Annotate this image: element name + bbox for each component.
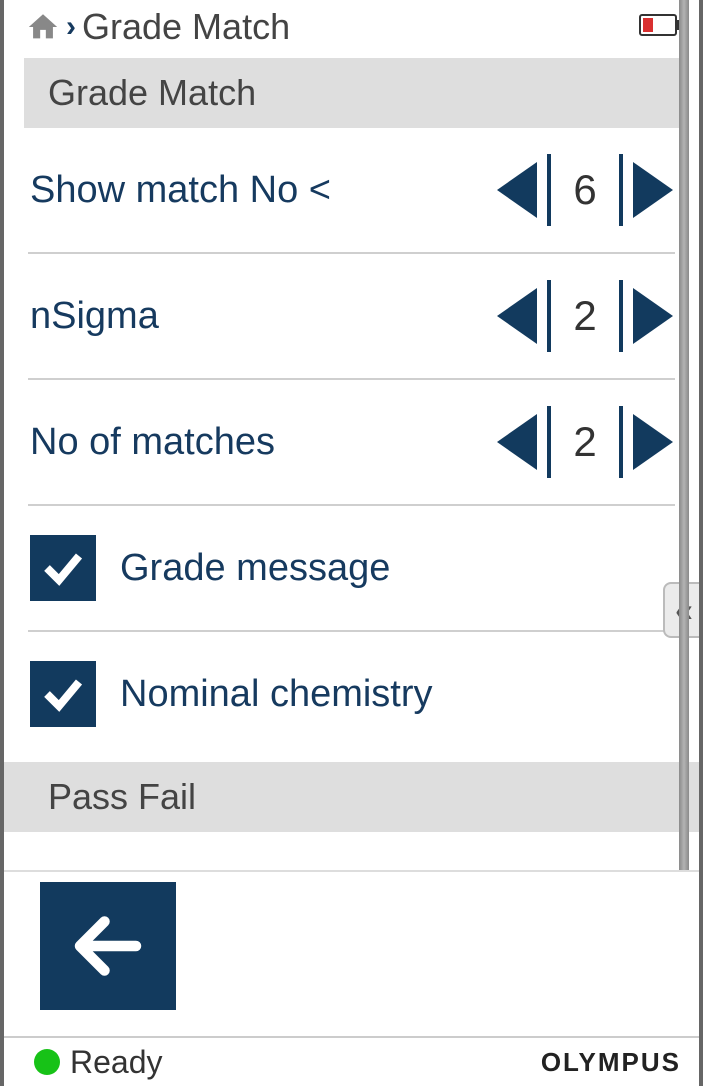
brand-label: OLYMPUS xyxy=(541,1047,681,1078)
label-nominal-chemistry: Nominal chemistry xyxy=(120,673,433,716)
row-no-of-matches: No of matches 2 xyxy=(24,380,679,504)
battery-low-icon xyxy=(639,12,683,43)
row-pass-fail-select[interactable]: None xyxy=(24,832,679,870)
spinner-separator xyxy=(619,280,623,352)
section-header-pass-fail: Pass Fail xyxy=(4,762,699,832)
spinner-separator xyxy=(547,154,551,226)
checkbox-nominal-chemistry[interactable] xyxy=(30,661,96,727)
section-header-grade-match: Grade Match xyxy=(24,58,679,128)
spinner-separator xyxy=(547,280,551,352)
decrement-no-of-matches[interactable] xyxy=(497,414,537,470)
footer-bar: Ready OLYMPUS xyxy=(4,1036,699,1086)
spinner-show-match-no: 6 xyxy=(497,154,673,226)
value-no-of-matches: 2 xyxy=(561,418,609,466)
arrow-left-icon xyxy=(66,904,150,988)
back-button[interactable] xyxy=(40,882,176,1010)
row-show-match-no: Show match No < 6 xyxy=(24,128,679,252)
content-area: Grade Match Show match No < 6 nSigma 2 xyxy=(4,54,699,870)
spinner-separator xyxy=(547,406,551,478)
chevron-right-icon: › xyxy=(66,10,76,44)
spinner-separator xyxy=(619,154,623,226)
header-bar: › Grade Match xyxy=(4,0,699,54)
value-nsigma: 2 xyxy=(561,292,609,340)
increment-nsigma[interactable] xyxy=(633,288,673,344)
row-nominal-chemistry[interactable]: Nominal chemistry xyxy=(24,632,679,756)
label-no-of-matches: No of matches xyxy=(30,421,497,464)
checkbox-grade-message[interactable] xyxy=(30,535,96,601)
side-drawer-tab[interactable]: « xyxy=(663,582,699,638)
check-icon xyxy=(39,544,87,592)
decrement-show-match-no[interactable] xyxy=(497,162,537,218)
spinner-nsigma: 2 xyxy=(497,280,673,352)
increment-show-match-no[interactable] xyxy=(633,162,673,218)
check-icon xyxy=(39,670,87,718)
increment-no-of-matches[interactable] xyxy=(633,414,673,470)
label-grade-message: Grade message xyxy=(120,547,390,590)
status-text: Ready xyxy=(70,1044,163,1081)
label-nsigma: nSigma xyxy=(30,295,497,338)
breadcrumb-title: Grade Match xyxy=(82,6,290,48)
status-indicator-icon xyxy=(34,1049,60,1075)
home-icon[interactable] xyxy=(26,10,60,44)
spinner-no-of-matches: 2 xyxy=(497,406,673,478)
row-grade-message[interactable]: Grade message xyxy=(24,506,679,630)
spinner-separator xyxy=(619,406,623,478)
row-nsigma: nSigma 2 xyxy=(24,254,679,378)
decrement-nsigma[interactable] xyxy=(497,288,537,344)
label-show-match-no: Show match No < xyxy=(30,169,497,212)
nav-bar xyxy=(4,870,699,1036)
value-show-match-no: 6 xyxy=(561,166,609,214)
